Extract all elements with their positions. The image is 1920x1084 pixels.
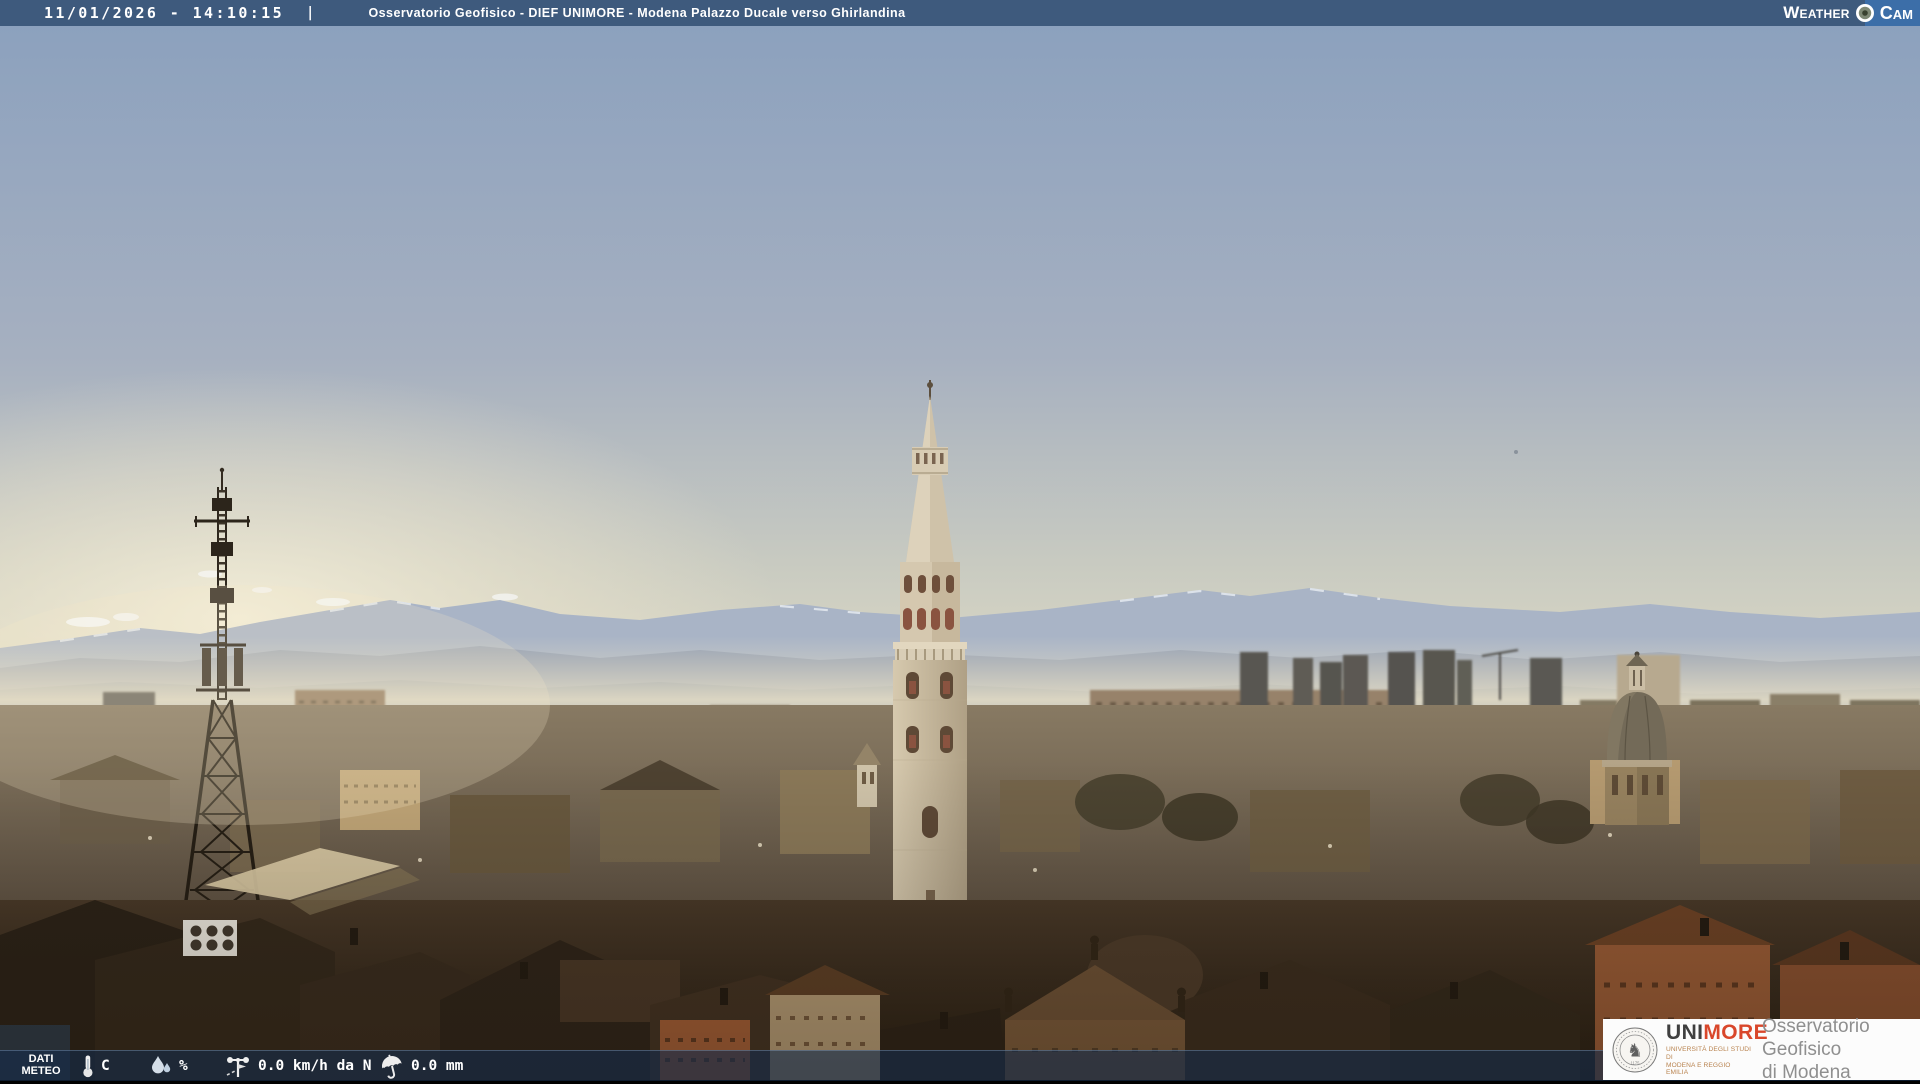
lens-dot-icon [1855, 4, 1874, 22]
observatory-name: Osservatorio Geofisico di Modena [1762, 1016, 1870, 1083]
unimore-more-text: MORE [1703, 1021, 1768, 1045]
unimore-branding[interactable]: ♞ 1175 UNIMORE UNIVERSITÀ DEGLI STUDI DI… [1603, 1016, 1920, 1083]
wind-value: 0.0 km/h da N [258, 1057, 372, 1074]
timestamp: 11/01/2026 - 14:10:15 [44, 4, 285, 22]
humidity-unit: % [179, 1057, 188, 1074]
webcam-photo [0, 0, 1920, 1080]
thermometer-icon [83, 1055, 93, 1077]
university-seal-icon: ♞ 1175 [1612, 1027, 1658, 1072]
rain-value: 0.0 mm [411, 1057, 464, 1074]
unimore-uni-text: UNI [1666, 1021, 1704, 1045]
temperature-unit: C [101, 1057, 110, 1074]
weathercam-cam-text: Cam [1879, 2, 1913, 23]
temperature-readout: C [80, 1051, 110, 1080]
anemometer-icon [226, 1056, 249, 1077]
camera-title: Osservatorio Geofisico - DIEF UNIMORE - … [368, 6, 906, 20]
top-bar: 11/01/2026 - 14:10:15 | Osservatorio Geo… [0, 0, 1920, 26]
weathercam-cam-box: Cam [1855, 0, 1920, 26]
bird-speck [1514, 450, 1518, 454]
wind-readout: 0.0 km/h da N [224, 1051, 372, 1080]
weathercam-logo[interactable]: Weather Cam [1783, 0, 1920, 26]
humidity-readout: % [149, 1051, 188, 1080]
svg-text:♞: ♞ [1627, 1040, 1643, 1061]
svg-text:1175: 1175 [1630, 1060, 1640, 1065]
water-drops-icon [152, 1055, 171, 1073]
separator: | [306, 5, 315, 21]
rain-readout: 0.0 mm [379, 1051, 463, 1080]
weathercam-weather-text: Weather [1783, 3, 1850, 22]
unimore-wordmark: UNIMORE UNIVERSITÀ DEGLI STUDI DI MODENA… [1666, 1021, 1768, 1077]
umbrella-icon [382, 1054, 402, 1079]
unimore-subtitle: UNIVERSITÀ DEGLI STUDI DI MODENA E REGGI… [1666, 1046, 1752, 1077]
dati-meteo-label: DATI METEO [21, 1053, 61, 1077]
